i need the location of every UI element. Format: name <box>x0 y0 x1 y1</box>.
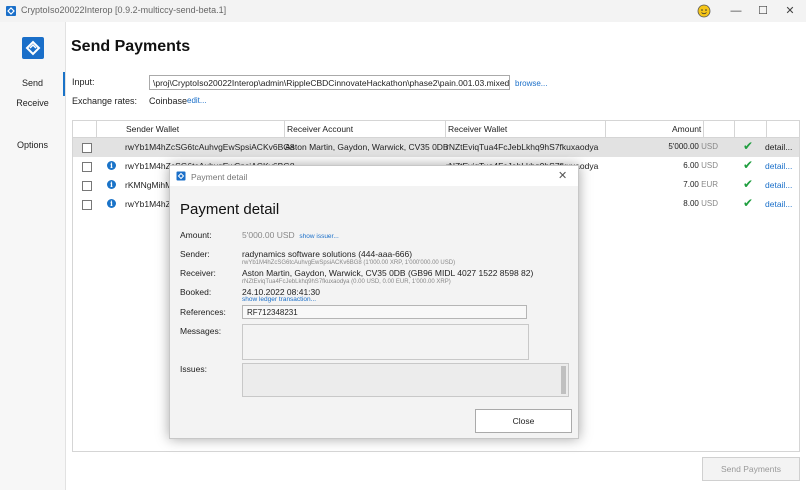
maximize-icon[interactable]: ☐ <box>753 3 773 19</box>
detail-link[interactable]: detail... <box>765 161 792 171</box>
window-title: CryptoIso20022Interop [0.9.2-multiccy-se… <box>21 5 227 15</box>
amount-cell: 7.00 EUR <box>683 180 718 189</box>
info-icon[interactable]: i <box>107 161 116 170</box>
exchange-rates-label: Exchange rates: <box>72 96 138 106</box>
issues-field[interactable] <box>242 363 569 397</box>
amount-cell: 6.00 USD <box>683 161 718 170</box>
exchange-rates-value: Coinbase <box>149 96 188 106</box>
col-sender-wallet[interactable]: Sender Wallet <box>126 124 179 134</box>
send-payments-button[interactable]: Send Payments <box>702 457 800 481</box>
row-checkbox[interactable] <box>82 162 92 172</box>
payment-detail-dialog: Payment detail ✕ Payment detail Amount: … <box>169 165 579 439</box>
check-icon: ✔ <box>743 177 754 191</box>
info-icon[interactable]: i <box>107 180 116 189</box>
edit-exchange-link[interactable]: edit... <box>187 96 207 105</box>
app-icon <box>6 6 16 16</box>
info-icon[interactable]: i <box>107 199 116 208</box>
detail-link[interactable]: detail... <box>765 142 792 152</box>
amount-label: Amount: <box>180 230 212 240</box>
row-checkbox[interactable] <box>82 143 92 153</box>
sender-label: Sender: <box>180 249 210 259</box>
amount-cell: 8.00 USD <box>683 199 718 208</box>
input-path-field[interactable]: \proj\CryptoIso20022Interop\admin\Ripple… <box>149 75 510 90</box>
sidebar-active-indicator <box>63 72 65 96</box>
show-ledger-link[interactable]: show ledger transaction... <box>242 296 316 303</box>
receiver-wallet-cell: rNZtEviqTua4FcJebLkhq9hS7fkuxaodya <box>446 142 599 152</box>
issues-scrollbar[interactable] <box>561 366 566 394</box>
receiver-wallet-detail: rNZtEviqTua4FcJebLkhq9hS7fkuxaodya (0.00… <box>242 279 451 285</box>
references-label: References: <box>180 307 226 317</box>
sender-wallet-detail: rwYb1M4hZcSG6tcAuhvgEwSpsiACKv6BG8 (1'00… <box>242 260 456 266</box>
references-field[interactable]: RF712348231 <box>242 305 527 319</box>
emoji-icon[interactable] <box>694 3 714 19</box>
sender-wallet-cell: rwYb1M4hZc <box>125 199 176 209</box>
sidebar-item-options[interactable]: Options <box>0 140 65 150</box>
sidebar-item-receive[interactable]: Receive <box>0 98 65 108</box>
close-icon[interactable]: ✕ <box>558 169 567 182</box>
dialog-heading: Payment detail <box>180 201 280 218</box>
dialog-window-title: Payment detail <box>191 172 248 182</box>
receiver-name: Aston Martin, Gaydon, Warwick, CV35 0DB … <box>242 268 534 278</box>
sender-name: radynamics software solutions (444-aaa-6… <box>242 249 413 259</box>
sender-wallet-cell: rwYb1M4hZcSG6tcAuhvgEwSpsiACKv6BG8 <box>125 142 295 152</box>
row-checkbox[interactable] <box>82 181 92 191</box>
check-icon: ✔ <box>743 139 754 153</box>
dialog-title-bar: Payment detail ✕ <box>170 166 578 186</box>
close-button[interactable]: Close <box>475 409 572 433</box>
booked-label: Booked: <box>180 287 212 297</box>
sidebar-item-send[interactable]: Send <box>0 78 65 88</box>
amount-value: 5'000.00 USD show issuer... <box>242 230 339 240</box>
messages-label: Messages: <box>180 326 222 336</box>
table-row[interactable]: rwYb1M4hZcSG6tcAuhvgEwSpsiACKv6BG8 Aston… <box>73 138 799 157</box>
detail-link[interactable]: detail... <box>765 180 792 190</box>
receiver-label: Receiver: <box>180 268 216 278</box>
check-icon: ✔ <box>743 196 754 210</box>
col-receiver-wallet[interactable]: Receiver Wallet <box>448 124 507 134</box>
sender-wallet-cell: rKMNgMihM <box>125 180 173 190</box>
col-amount[interactable]: Amount <box>672 124 701 134</box>
receiver-account-cell: Aston Martin, Gaydon, Warwick, CV35 0DB <box>285 142 449 152</box>
sidebar <box>0 22 66 490</box>
show-issuer-link[interactable]: show issuer... <box>299 233 338 240</box>
amount-cell: 5'000.00 USD <box>668 142 718 151</box>
detail-link[interactable]: detail... <box>765 199 792 209</box>
check-icon: ✔ <box>743 158 754 172</box>
table-header: Sender Wallet Receiver Account Receiver … <box>73 121 799 138</box>
messages-field[interactable] <box>242 324 529 360</box>
app-icon <box>176 171 186 181</box>
close-icon[interactable]: ✕ <box>780 3 800 19</box>
page-title: Send Payments <box>71 38 191 55</box>
browse-link[interactable]: browse... <box>515 79 547 88</box>
issues-label: Issues: <box>180 364 207 374</box>
logo-icon <box>22 37 44 59</box>
minimize-icon[interactable]: — <box>726 3 746 19</box>
title-bar: CryptoIso20022Interop [0.9.2-multiccy-se… <box>0 0 806 22</box>
input-label: Input: <box>72 77 95 87</box>
col-receiver-account[interactable]: Receiver Account <box>287 124 353 134</box>
row-checkbox[interactable] <box>82 200 92 210</box>
